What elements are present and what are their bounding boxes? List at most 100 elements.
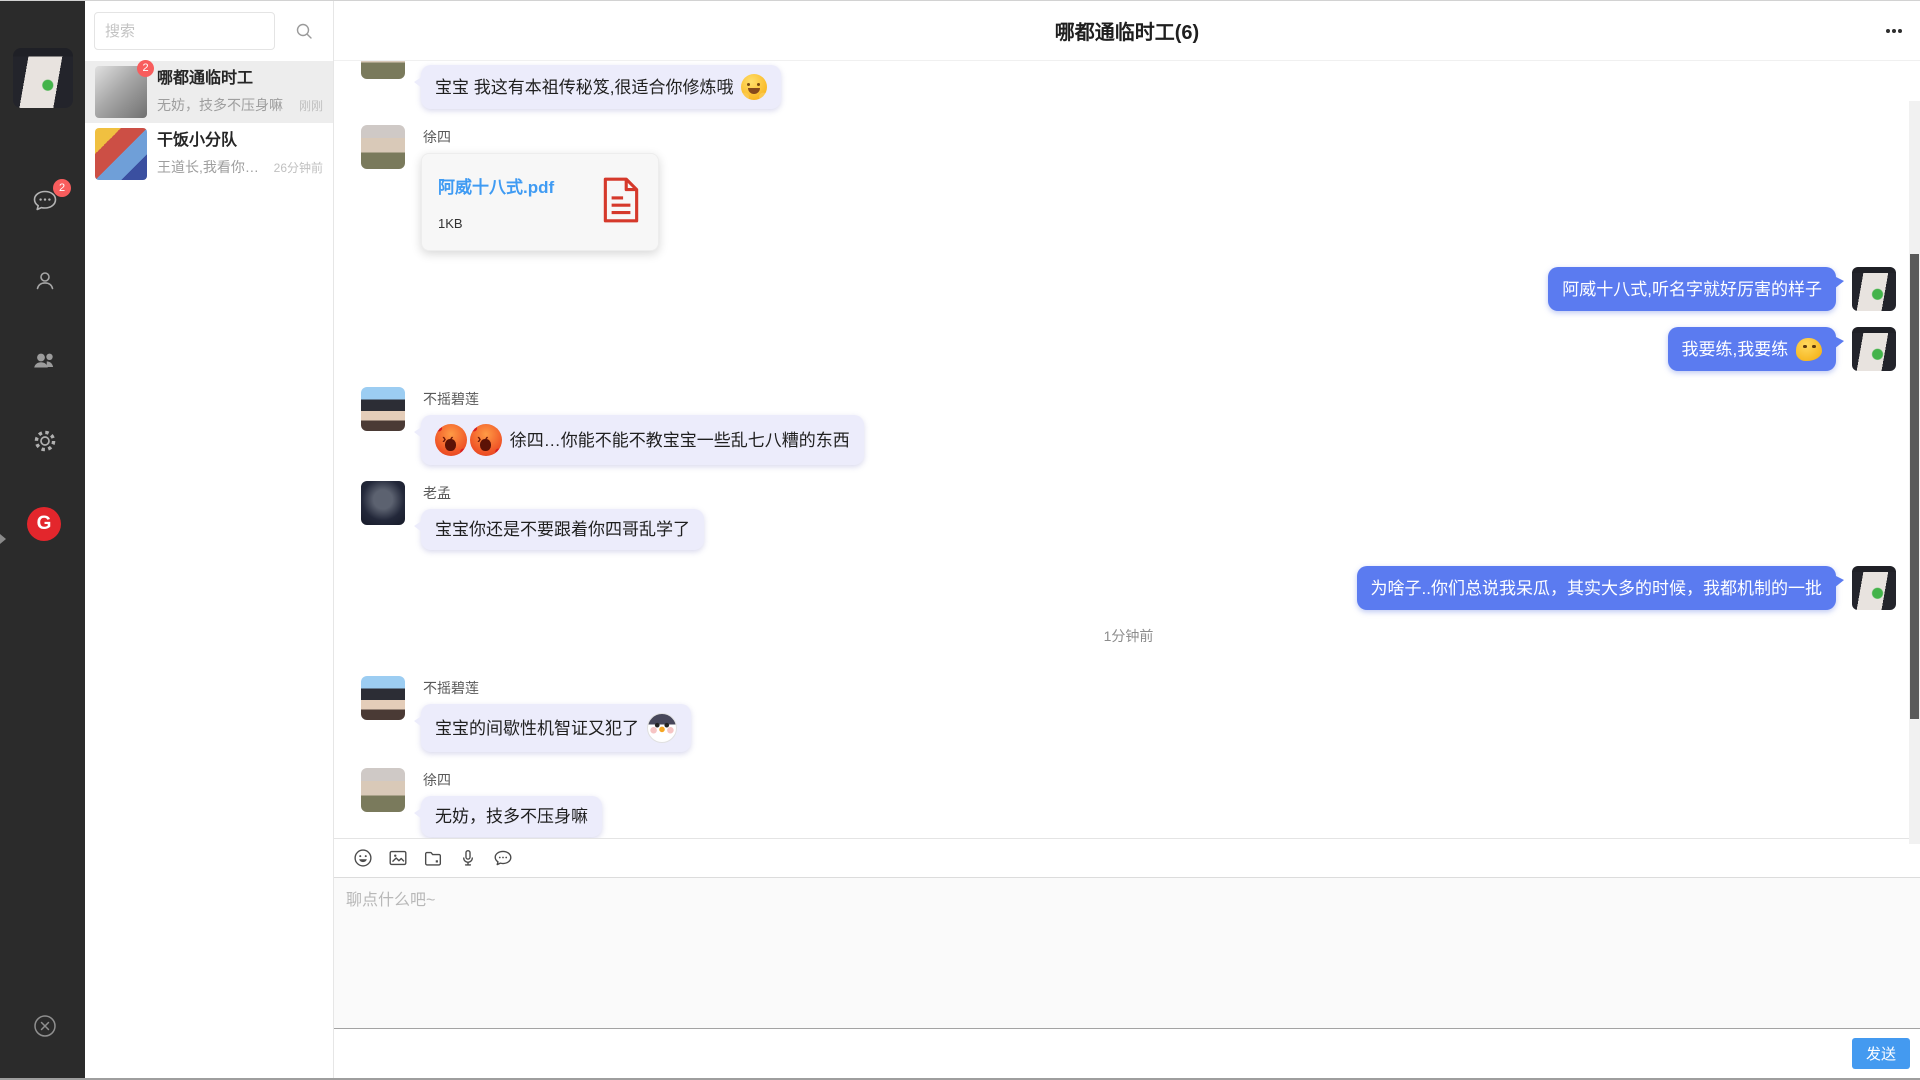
- message-bubble: 阿威十八式,听名字就好厉害的样子: [1548, 267, 1836, 311]
- file-message-row: 徐四阿威十八式.pdf 1KB: [361, 125, 1896, 251]
- message-bubble: 宝宝的间歇性机智证又犯了: [421, 704, 691, 752]
- message-bubble: 为啥子..你们总说我呆瓜，其实大多的时候，我都机制的一批: [1357, 566, 1836, 610]
- message-row-outgoing: 为啥子..你们总说我呆瓜，其实大多的时候，我都机制的一批: [361, 566, 1896, 610]
- search-input[interactable]: [94, 12, 275, 50]
- message-text: 宝宝 我这有本祖传秘笈,很适合你修炼哦: [435, 76, 738, 99]
- melting-face-emoji: [1796, 338, 1822, 361]
- message-bubble: 宝宝 我这有本祖传秘笈,很适合你修炼哦: [421, 65, 781, 109]
- sender-name: 徐四: [423, 127, 659, 147]
- chat-history-button[interactable]: [491, 846, 515, 870]
- pdf-document-icon: [600, 176, 642, 224]
- chat-app-window: 2 G: [0, 0, 1920, 1080]
- smiley-icon: [352, 847, 374, 869]
- file-name-link[interactable]: 阿威十八式.pdf: [438, 173, 586, 198]
- microphone-icon: [457, 847, 479, 869]
- close-circle-icon: [31, 1012, 59, 1040]
- chat-title: 哪都通临时工: [157, 69, 323, 88]
- file-attachment-card[interactable]: 阿威十八式.pdf 1KB: [421, 153, 659, 251]
- conversation-header: 哪都通临时工(6): [334, 1, 1920, 61]
- avatar-baobao[interactable]: [1852, 267, 1896, 311]
- contacts-nav-button[interactable]: [31, 267, 59, 295]
- message-text: 徐四…你能不能不教宝宝一些乱七八糟的东西: [505, 429, 850, 452]
- chat-list-item-ganfan[interactable]: 干饭小分队 王道长,我看你才… 26分钟前: [85, 123, 333, 185]
- chats-nav-button[interactable]: 2: [31, 187, 59, 215]
- message-text: 阿威十八式,听名字就好厉害的样子: [1562, 278, 1822, 301]
- file-button[interactable]: [421, 846, 445, 870]
- hugging-face-emoji: [741, 74, 767, 100]
- sender-name: 徐四: [423, 770, 602, 790]
- more-options-icon[interactable]: [1882, 25, 1906, 37]
- close-button[interactable]: [31, 1012, 59, 1040]
- composer-toolbar: [334, 839, 1920, 877]
- penguin-emoji: [647, 713, 677, 743]
- message-bubble: 无妨，技多不压身嘛: [421, 796, 602, 837]
- avatar-xusi[interactable]: [361, 768, 405, 812]
- folder-icon: [422, 847, 444, 869]
- avatar-xusi[interactable]: [361, 125, 405, 169]
- scrollbar-thumb[interactable]: [1910, 254, 1919, 719]
- group-icon: [31, 347, 59, 375]
- message-row-outgoing: 阿威十八式,听名字就好厉害的样子: [361, 267, 1896, 311]
- file-size: 1KB: [438, 216, 586, 231]
- message-text: 宝宝的间歇性机智证又犯了: [435, 717, 644, 740]
- message-input[interactable]: [334, 877, 1920, 1029]
- message-bubble: 徐四…你能不能不教宝宝一些乱七八糟的东西: [421, 415, 864, 465]
- app-logo-g[interactable]: G: [27, 507, 61, 541]
- message-row: 徐四无妨，技多不压身嘛: [361, 768, 1896, 837]
- message-bubble: 我要练,我要练: [1668, 327, 1836, 371]
- conversation-title: 哪都通临时工(6): [1055, 16, 1199, 45]
- send-button[interactable]: 发送: [1852, 1038, 1910, 1069]
- conversation-panel: 哪都通临时工(6) 宝宝 我这有本祖传秘笈,很适合你修炼哦 徐四阿威十八式.pd…: [334, 1, 1920, 1078]
- voice-button[interactable]: [456, 846, 480, 870]
- user-avatar[interactable]: [13, 48, 73, 108]
- enraged-face-emoji: [470, 424, 502, 456]
- message-list[interactable]: 宝宝 我这有本祖传秘笈,很适合你修炼哦 徐四阿威十八式.pdf1KB阿威十八式,…: [334, 61, 1920, 838]
- message-row: 宝宝 我这有本祖传秘笈,很适合你修炼哦: [361, 65, 1896, 109]
- sender-name: 不摇碧莲: [423, 678, 691, 698]
- search-icon: [294, 21, 314, 41]
- group-avatar: [95, 128, 147, 180]
- message-row: 不摇碧莲 徐四…你能不能不教宝宝一些乱七八糟的东西: [361, 387, 1896, 465]
- message-row-outgoing: 我要练,我要练: [361, 327, 1896, 371]
- unread-badge: 2: [53, 179, 71, 197]
- image-button[interactable]: [386, 846, 410, 870]
- groups-nav-button[interactable]: [31, 347, 59, 375]
- chat-list-item-nadutong[interactable]: 2 哪都通临时工 无妨，技多不压身嘛 刚刚: [85, 61, 333, 123]
- avatar-biaoyao[interactable]: [361, 676, 405, 720]
- chat-title: 干饭小分队: [157, 131, 323, 150]
- avatar-biaoyao[interactable]: [361, 387, 405, 431]
- message-text: 宝宝你还是不要跟着你四哥乱学了: [435, 518, 690, 541]
- chat-preview: 王道长,我看你才…: [157, 157, 268, 177]
- scrollbar-track[interactable]: [1909, 101, 1920, 844]
- group-avatar: 2: [95, 66, 147, 118]
- enraged-face-emoji: [435, 424, 467, 456]
- search-row: [85, 1, 333, 61]
- message-text: 我要练,我要练: [1682, 338, 1793, 361]
- chat-time: 刚刚: [299, 97, 323, 114]
- rail-expand-chevron-icon[interactable]: [0, 534, 6, 544]
- send-row: 发送: [334, 1029, 1920, 1078]
- settings-nav-button[interactable]: [31, 427, 59, 455]
- gear-icon: [31, 427, 59, 455]
- unread-badge: 2: [137, 60, 154, 77]
- avatar-laomeng[interactable]: [361, 481, 405, 525]
- avatar-baobao[interactable]: [1852, 327, 1896, 371]
- message-text: 为啥子..你们总说我呆瓜，其实大多的时候，我都机制的一批: [1371, 577, 1822, 600]
- chat-record-icon: [492, 847, 514, 869]
- message-text: 无妨，技多不压身嘛: [435, 805, 588, 828]
- pdf-file-icon: [600, 176, 642, 229]
- timestamp-divider: 1分钟前: [361, 626, 1896, 646]
- avatar-xusi[interactable]: [361, 61, 405, 79]
- avatar-baobao[interactable]: [1852, 566, 1896, 610]
- chat-list-sidebar: 2 哪都通临时工 无妨，技多不压身嘛 刚刚 干饭小分队 王道长,我看你才… 26…: [85, 1, 334, 1078]
- chat-time: 26分钟前: [274, 159, 323, 176]
- message-row: 不摇碧莲宝宝的间歇性机智证又犯了: [361, 676, 1896, 752]
- emoji-button[interactable]: [351, 846, 375, 870]
- message-row: 老孟宝宝你还是不要跟着你四哥乱学了: [361, 481, 1896, 550]
- sender-name: 不摇碧莲: [423, 389, 864, 409]
- image-icon: [387, 847, 409, 869]
- search-button[interactable]: [275, 21, 333, 41]
- chat-preview: 无妨，技多不压身嘛: [157, 95, 293, 115]
- composer: 发送: [334, 838, 1920, 1078]
- sender-name: 老孟: [423, 483, 704, 503]
